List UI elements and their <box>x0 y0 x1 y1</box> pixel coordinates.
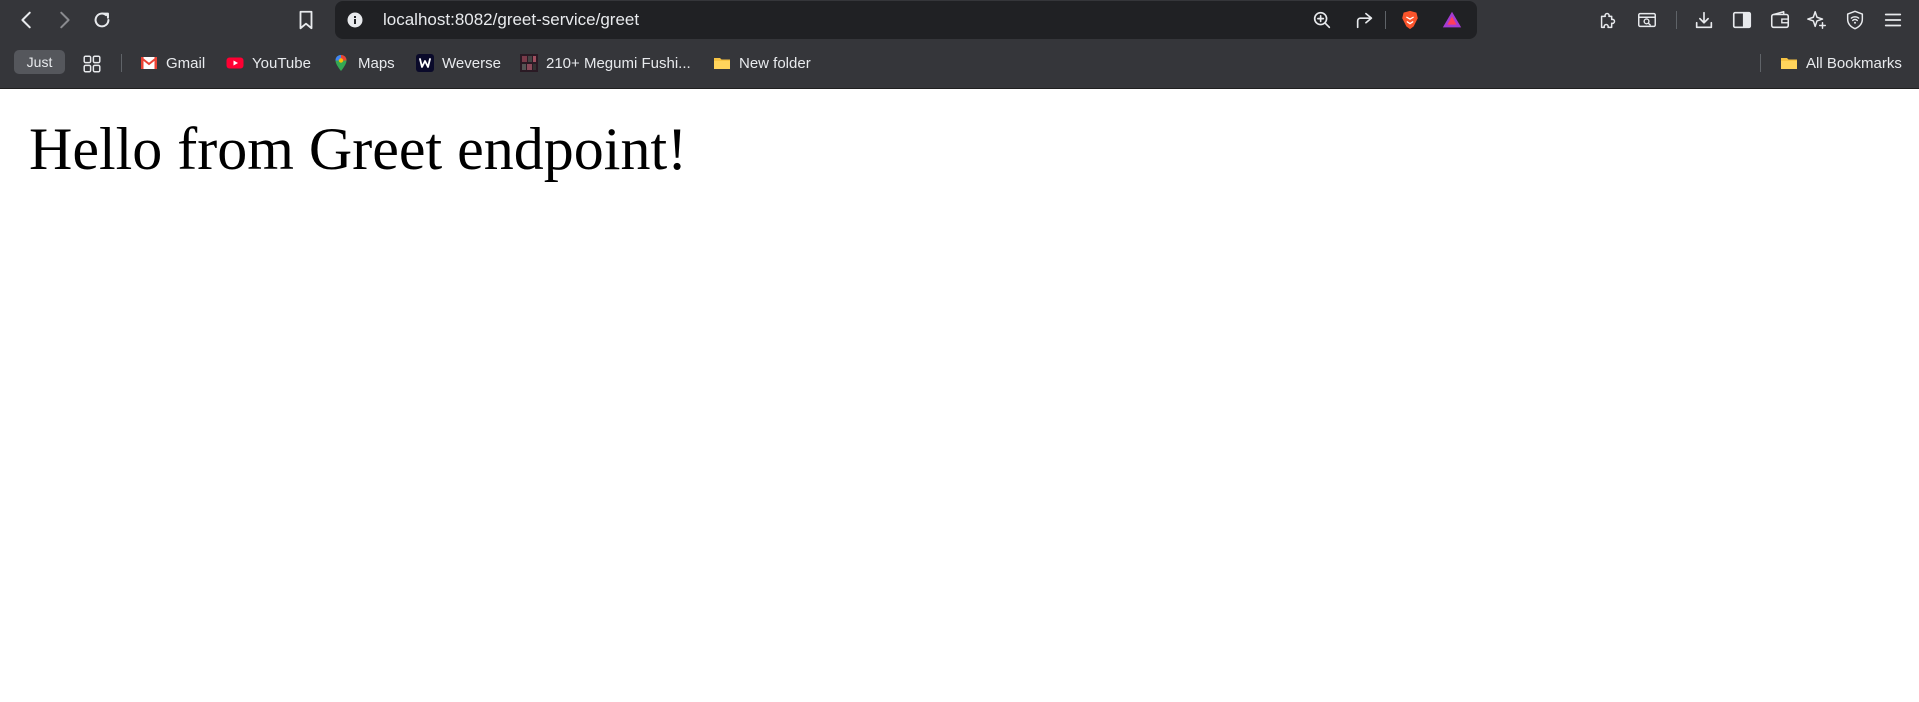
grid-apps-icon <box>83 55 101 73</box>
just-chip[interactable]: Just <box>14 50 65 74</box>
bookmark-page-button[interactable] <box>291 5 321 35</box>
leo-ai-button[interactable] <box>1803 6 1831 34</box>
brave-shields-button[interactable] <box>1398 8 1422 32</box>
gmail-icon <box>140 54 158 72</box>
main-menu-button[interactable] <box>1879 6 1907 34</box>
forward-arrow-icon <box>60 11 70 29</box>
all-bookmarks-separator <box>1760 54 1761 72</box>
bookmark-weverse[interactable]: Weverse <box>416 51 501 75</box>
all-bookmarks-label: All Bookmarks <box>1806 54 1902 72</box>
bookmark-label: Weverse <box>442 54 501 72</box>
page-heading: Hello from Greet endpoint! <box>29 116 688 182</box>
back-button[interactable] <box>12 5 42 35</box>
extensions-button[interactable] <box>1594 6 1622 34</box>
page-content: Hello from Greet endpoint! <box>0 89 1919 702</box>
download-icon <box>1695 11 1713 29</box>
browser-toolbar: localhost:8082/greet-service/greet <box>0 0 1919 40</box>
bookmark-icon <box>299 10 313 30</box>
downloads-button[interactable] <box>1690 6 1718 34</box>
folder-icon <box>1780 54 1798 72</box>
bookmark-label: Gmail <box>166 54 206 72</box>
bookmarks-separator <box>121 54 122 72</box>
page-search-icon <box>1638 12 1656 28</box>
share-button[interactable] <box>1353 8 1377 32</box>
rewards-triangle-icon <box>1442 11 1462 28</box>
sparkle-icon <box>1807 11 1826 29</box>
all-bookmarks-button[interactable]: All Bookmarks <box>1780 51 1902 75</box>
bookmark-youtube[interactable]: YouTube <box>226 51 311 75</box>
bookmark-maps[interactable]: Maps <box>332 51 395 75</box>
youtube-icon <box>226 54 244 72</box>
bookmark-megumi[interactable]: 210+ Megumi Fushi... <box>520 51 691 75</box>
weverse-icon <box>416 54 434 72</box>
bookmark-label: YouTube <box>252 54 311 72</box>
folder-icon <box>713 54 731 72</box>
toolbar-separator <box>1676 11 1677 29</box>
wallet-icon <box>1770 10 1790 29</box>
forward-button[interactable] <box>49 5 79 35</box>
shield-wifi-icon <box>1846 10 1864 30</box>
bookmark-label: Maps <box>358 54 395 72</box>
maps-icon <box>332 54 350 72</box>
bookmark-new-folder[interactable]: New folder <box>713 51 811 75</box>
omnibox-separator <box>1385 11 1386 29</box>
sidebar-toggle-button[interactable] <box>1728 6 1756 34</box>
puzzle-piece-icon <box>1600 12 1616 29</box>
tab-groups-button[interactable] <box>78 50 106 78</box>
vpn-button[interactable] <box>1841 6 1869 34</box>
bookmark-label: New folder <box>739 54 811 72</box>
bookmark-label: 210+ Megumi Fushi... <box>546 54 691 72</box>
zoom-button[interactable] <box>1310 8 1334 32</box>
page-search-button[interactable] <box>1633 6 1661 34</box>
wallet-button[interactable] <box>1766 6 1794 34</box>
hamburger-menu-icon <box>1884 13 1902 27</box>
reload-button[interactable] <box>87 5 117 35</box>
back-arrow-icon <box>21 11 31 29</box>
thumbnail-icon <box>520 54 538 72</box>
zoom-in-icon <box>1313 11 1331 29</box>
brave-lion-icon <box>1402 10 1418 30</box>
sidebar-icon <box>1732 11 1752 29</box>
bookmark-gmail[interactable]: Gmail <box>140 51 205 75</box>
site-info-icon[interactable] <box>347 12 363 28</box>
address-bar[interactable]: localhost:8082/greet-service/greet <box>335 1 1477 39</box>
reload-icon <box>94 12 110 28</box>
brave-rewards-button[interactable] <box>1440 8 1464 32</box>
share-icon <box>1356 12 1373 29</box>
address-url[interactable]: localhost:8082/greet-service/greet <box>383 1 639 39</box>
